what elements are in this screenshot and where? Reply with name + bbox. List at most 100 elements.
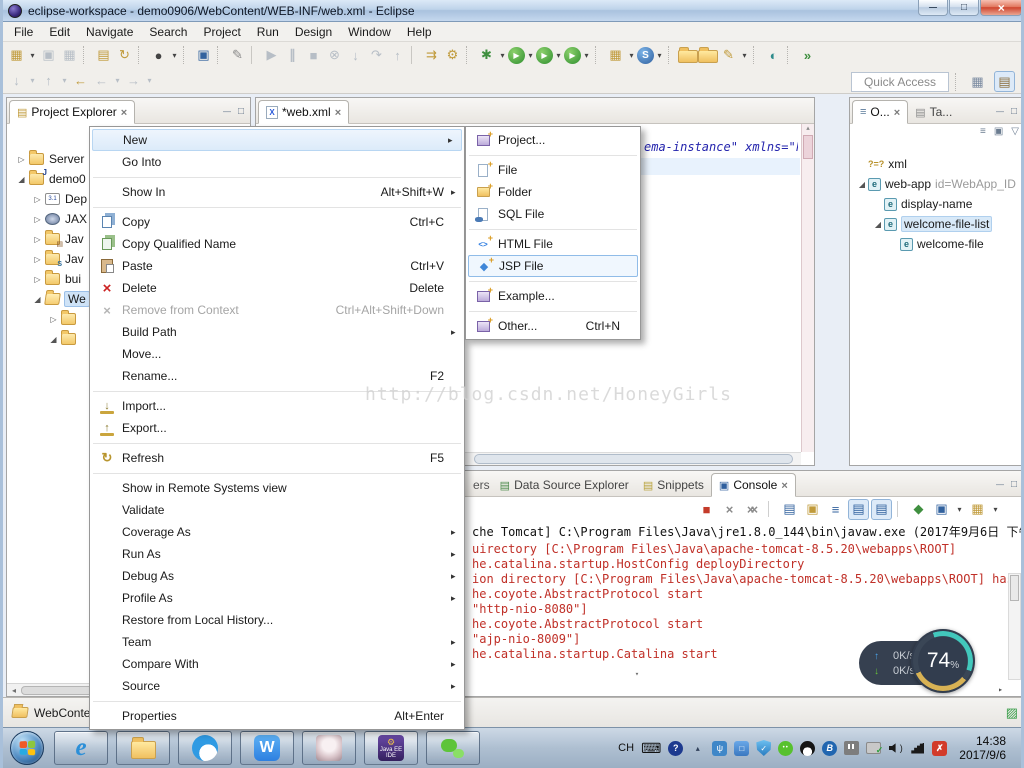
menu-item-profile-as[interactable]: Profile As [90,587,464,609]
taskbar-app-explorer[interactable] [116,731,170,765]
taskbar-app-wps[interactable]: W [240,731,294,765]
close-icon[interactable] [781,478,787,492]
close-button[interactable] [980,0,1022,16]
menu-item-validate[interactable]: Validate [90,499,464,521]
terminate-icon[interactable]: ■ [303,45,324,66]
dropdown-icon[interactable]: ▾ [27,70,38,91]
menu-help[interactable]: Help [399,23,440,41]
scroll-up-icon[interactable]: ▴ [802,124,814,132]
menu-item-properties[interactable]: Properties Alt+Enter [90,705,464,727]
menu-item-copy-qualified-name[interactable]: Copy Qualified Name [90,233,464,255]
menu-file[interactable]: File [6,23,41,41]
menu-item-show-in-remote-systems-view[interactable]: Show in Remote Systems view [90,477,464,499]
menu-item-refresh[interactable]: Refresh F5 [90,447,464,469]
scroll-right-icon[interactable]: ▸ [998,685,1003,694]
status-sync-icon[interactable]: ▨ [1006,705,1018,721]
start-button[interactable] [10,731,44,765]
pin-console-icon[interactable]: ◆ [908,499,929,520]
menu-item-import[interactable]: Import... [90,395,464,417]
expander-icon[interactable]: ▷ [31,195,44,204]
expander-icon[interactable]: ◢ [47,335,60,344]
submenu-item-html-file[interactable]: HTML File [466,233,640,255]
submenu-item-folder[interactable]: Folder [466,181,640,203]
network-speed-widget[interactable]: 0K/s 0K/s 74 % [859,629,977,695]
menu-item-debug-as[interactable]: Debug As [90,565,464,587]
menu-item-move[interactable]: Move... [90,343,464,365]
taskbar-app-ie[interactable]: e [54,731,108,765]
clear-console-icon[interactable]: ▤ [779,499,800,520]
javaee-perspective-button[interactable] [994,71,1015,92]
tray-volume-icon[interactable] [888,740,903,756]
menu-item-rename[interactable]: Rename... F2 [90,365,464,387]
annotation-toggle-icon[interactable]: ✎ [227,45,248,66]
step-over-icon[interactable]: ↷ [366,45,387,66]
word-wrap-icon[interactable]: ≡ [825,499,846,520]
dropdown-icon[interactable]: ▾ [954,499,965,520]
menu-item-coverage-as[interactable]: Coverage As [90,521,464,543]
dropdown-icon[interactable]: ▾ [112,70,123,91]
dropdown-icon[interactable]: ▾ [626,45,637,66]
tray-keyboard-icon[interactable]: ⌨ [641,740,661,756]
taskbar-app-avatar[interactable] [302,731,356,765]
tab-tasks[interactable]: Ta... [908,101,959,123]
maximize-view-icon[interactable] [1011,479,1017,490]
menu-run[interactable]: Run [249,23,287,41]
next-edit-location-icon[interactable]: ↑ [38,70,59,91]
close-icon[interactable] [121,105,127,119]
menu-window[interactable]: Window [340,23,399,41]
scrollbar-thumb[interactable] [1010,575,1019,601]
view-menu-icon[interactable]: ▽ [1011,126,1019,137]
dropdown-icon[interactable]: ▾ [990,499,1001,520]
tray-vm-cube-icon[interactable]: □ [734,741,749,756]
menu-item-compare-with[interactable]: Compare With [90,653,464,675]
open-console-icon[interactable]: ▦ [967,499,988,520]
menu-item-copy[interactable]: Copy Ctrl+C [90,211,464,233]
refresh-build-icon[interactable]: ↻ [114,45,135,66]
remove-launch-icon[interactable]: × [719,499,740,520]
scroll-left-icon[interactable]: ◂ [7,686,21,695]
dropdown-icon[interactable]: ▾ [27,45,38,66]
outline-item-web-app[interactable]: ◢ web-app id=WebApp_ID [850,174,1023,194]
build-icon[interactable]: ▤ [93,45,114,66]
tab-snippets[interactable]: Snippets [636,474,711,496]
user-profile-icon[interactable]: ● [148,45,169,66]
open-folder-icon[interactable] [698,50,718,63]
menu-item-new[interactable]: New [92,129,462,151]
tab-outline[interactable]: O... [852,100,908,124]
console-view-icon[interactable]: ▣ [193,45,214,66]
tray-bluetooth-icon[interactable]: B [822,741,837,756]
scroll-lock-icon[interactable]: ▣ [802,499,823,520]
profile-button-icon[interactable]: ▶ [564,47,581,64]
debug-icon[interactable]: ✱ [476,45,497,66]
menu-item-export[interactable]: Export... [90,417,464,439]
step-return-icon[interactable]: ↑ [387,45,408,66]
restore-button[interactable] [949,0,979,16]
suspend-icon[interactable]: ∥ [282,45,303,66]
tray-network-signal-icon[interactable] [910,740,925,756]
minimize-view-icon[interactable] [223,106,231,117]
sort-icon[interactable]: ≡ [980,126,986,137]
new-server-wizard-icon[interactable]: ▦ [605,45,626,66]
outline-item-display-name[interactable]: display-name [850,194,1023,214]
show-stdout-icon[interactable]: ▤ [848,499,869,520]
tray-qq-icon[interactable] [800,741,815,756]
run-last-tool-icon[interactable]: ⇉ [421,45,442,66]
collapse-all-icon[interactable]: ▣ [994,126,1003,137]
tab-servers-partial[interactable]: ers [470,474,493,496]
minimize-view-icon[interactable] [996,106,1004,117]
expander-icon[interactable]: ▷ [31,275,44,284]
tab-console[interactable]: Console [711,473,796,497]
minimize-button[interactable] [918,0,948,16]
menu-design[interactable]: Design [287,23,340,41]
submenu-item-other[interactable]: Other... Ctrl+N [466,315,640,337]
menu-item-go-into[interactable]: Go Into [90,151,464,173]
menu-search[interactable]: Search [141,23,195,41]
taskbar-app-wechat[interactable] [426,731,480,765]
run-button-icon[interactable]: ▶ [508,47,525,64]
dropdown-icon[interactable]: ▾ [739,45,750,66]
tray-disconnect-icon[interactable]: ✗ [932,741,947,756]
launch-ws-icon[interactable]: » [797,45,818,66]
forward-history-icon[interactable]: → [123,70,144,91]
coverage-button-icon[interactable]: ▶ [536,47,553,64]
menu-item-restore-from-local-history[interactable]: Restore from Local History... [90,609,464,631]
